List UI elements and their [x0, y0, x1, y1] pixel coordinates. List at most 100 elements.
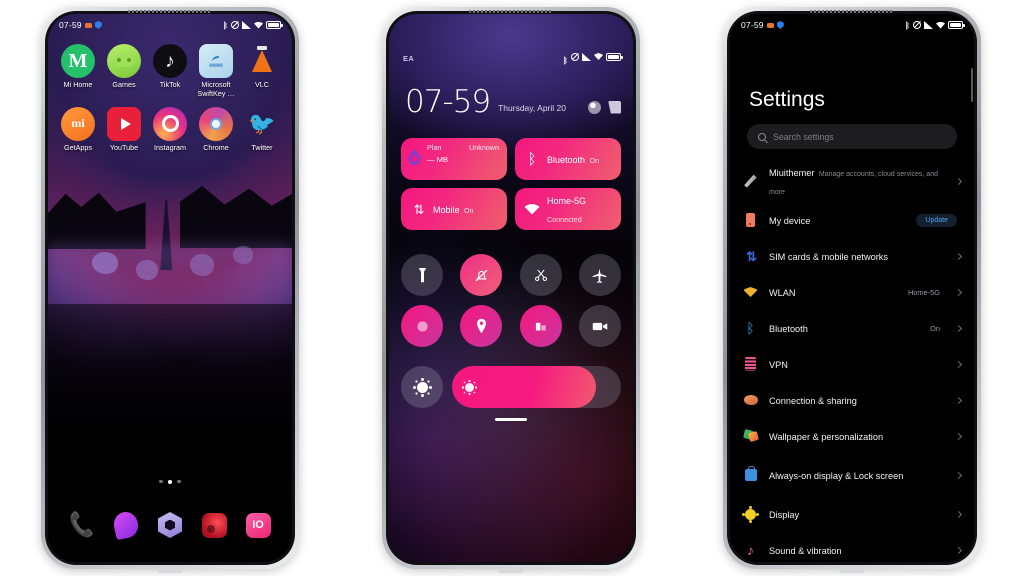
- toggle-flashlight[interactable]: [401, 254, 443, 296]
- page-dot[interactable]: [177, 479, 181, 483]
- item-label: Connection & sharing: [769, 396, 857, 406]
- app-label: Microsoft SwiftKey …: [197, 80, 235, 98]
- toggle-airplane[interactable]: [578, 254, 621, 296]
- earpiece-speaker: [469, 10, 553, 13]
- app-tiktok[interactable]: ♪ TikTok: [148, 44, 192, 99]
- toggle-grid: [401, 254, 621, 356]
- app-instagram[interactable]: Instagram: [148, 106, 192, 153]
- app-mi-home[interactable]: M Mi Home: [56, 44, 100, 99]
- toggle-row-2: [401, 305, 621, 347]
- phone-bezel: EA 07-59 Thursday, April 20 Plan Unknown…: [386, 11, 636, 565]
- phone-bezel: 07-59 M Mi Home Games ♪ TikTok Microsoft…: [45, 11, 295, 565]
- tile-title: Bluetooth: [547, 155, 586, 165]
- search-input[interactable]: Search settings: [747, 124, 957, 149]
- auto-brightness-button[interactable]: [401, 366, 443, 408]
- scrollbar[interactable]: [970, 68, 973, 102]
- quick-tiles: Plan Unknown — MB ᛒ Bluetooth On ⇅ Mobil…: [401, 138, 621, 230]
- bluetooth-icon: ᛒ: [527, 150, 537, 168]
- dock: 📞 IO: [48, 509, 292, 541]
- app-twitter[interactable]: 🐦 Twitter: [240, 107, 284, 153]
- settings-item-wallpaper[interactable]: Wallpaper & personalization: [730, 418, 974, 454]
- vlc-icon: [245, 44, 279, 78]
- toggle-silent[interactable]: [460, 254, 503, 296]
- dock-phone[interactable]: 📞: [67, 510, 98, 540]
- toggle-location[interactable]: [460, 305, 503, 347]
- app-label: Chrome: [203, 142, 229, 152]
- update-badge[interactable]: Update: [916, 213, 957, 227]
- dock-browser[interactable]: [155, 510, 185, 540]
- gear-icon[interactable]: [588, 100, 601, 114]
- app-vlc[interactable]: VLC: [240, 44, 284, 99]
- sun-icon: [465, 382, 474, 392]
- battery-icon: [266, 21, 283, 29]
- drag-handle[interactable]: [495, 418, 527, 421]
- sun-icon: [416, 381, 428, 393]
- settings-item-vpn[interactable]: VPN: [730, 346, 974, 382]
- search-icon: [758, 132, 766, 141]
- item-label: Miuithemer: [769, 168, 815, 178]
- signal-icon: [242, 21, 251, 29]
- instagram-icon: [153, 106, 187, 141]
- settings-item-sound-vibration[interactable]: ♪ Sound & vibration: [730, 532, 974, 562]
- dnd-icon: [913, 21, 921, 29]
- tile-wlan[interactable]: Home-5G Connected: [515, 188, 621, 230]
- dock-messages[interactable]: [111, 509, 141, 541]
- page-dot[interactable]: [159, 479, 163, 483]
- chevron-right-icon: [954, 177, 963, 185]
- aod-icon: [743, 466, 758, 483]
- toggle-screen-record[interactable]: [578, 305, 621, 347]
- clock-time: 07-59: [405, 84, 491, 120]
- brightness-slider[interactable]: [452, 366, 621, 408]
- item-value: On: [930, 323, 940, 333]
- phone-bottom-nub: [157, 568, 183, 573]
- settings-item-sim-cards[interactable]: ⇅ SIM cards & mobile networks: [730, 238, 974, 274]
- wallpaper-icon: [743, 429, 758, 444]
- app-swiftkey[interactable]: Microsoft SwiftKey …: [194, 44, 238, 99]
- screen-home: 07-59 M Mi Home Games ♪ TikTok Microsoft…: [48, 14, 292, 562]
- sound-icon: ♪: [747, 542, 754, 558]
- notification-dot-icon: [84, 22, 92, 28]
- settings-item-aod-lock-screen[interactable]: Always-on display & Lock screen: [730, 454, 974, 496]
- toggle-screenshot[interactable]: [519, 254, 562, 296]
- tile-subtitle: On: [589, 156, 600, 165]
- toggle-dnd[interactable]: [401, 305, 443, 347]
- app-chrome[interactable]: Chrome: [194, 106, 238, 153]
- settings-item-miuithemer[interactable]: Miuithemer Manage accounts, cloud servic…: [730, 160, 974, 202]
- status-time: 07-59: [741, 20, 764, 30]
- page-dot-active[interactable]: [167, 479, 173, 484]
- app-games[interactable]: Games: [102, 44, 146, 99]
- toggle-data-saver[interactable]: [519, 305, 562, 347]
- moon-icon: [416, 320, 428, 332]
- page-indicator: [48, 479, 292, 484]
- tile-data-usage[interactable]: Plan Unknown — MB: [401, 138, 507, 180]
- bluetooth-icon: [223, 20, 228, 30]
- tile-title: Mobile: [433, 205, 460, 215]
- settings-item-connection-sharing[interactable]: Connection & sharing: [730, 382, 974, 418]
- sim-icon: ⇅: [746, 248, 757, 264]
- settings-item-display[interactable]: Display: [730, 496, 974, 532]
- settings-item-bluetooth[interactable]: ᛒ Bluetooth On: [730, 310, 974, 346]
- phone-control-center: EA 07-59 Thursday, April 20 Plan Unknown…: [382, 7, 640, 573]
- chevron-right-icon: [954, 510, 963, 518]
- dock-gallery[interactable]: IO: [243, 510, 273, 540]
- shield-icon: [776, 21, 784, 29]
- app-label: Twitter: [251, 142, 273, 152]
- app-grid: M Mi Home Games ♪ TikTok Microsoft Swift…: [48, 38, 292, 160]
- display-icon: [743, 507, 758, 522]
- dock-camera[interactable]: [199, 510, 229, 540]
- settings-item-my-device[interactable]: My device Update: [730, 202, 974, 238]
- clock-row: 07-59 Thursday, April 20: [405, 84, 621, 120]
- app-getapps[interactable]: mi GetApps: [56, 106, 100, 153]
- app-youtube[interactable]: YouTube: [102, 106, 146, 153]
- scissors-icon: [534, 269, 547, 281]
- tile-bluetooth[interactable]: ᛒ Bluetooth On: [515, 138, 621, 180]
- item-value: Home-5G: [907, 287, 940, 297]
- swiftkey-icon: [199, 44, 233, 78]
- settings-item-wlan[interactable]: WLAN Home-5G: [730, 274, 974, 310]
- tile-mobile-data[interactable]: ⇅ Mobile On: [401, 188, 507, 230]
- phone-bezel: 07-59 Settings Search settings Miuitheme…: [727, 11, 977, 565]
- search-placeholder: Search settings: [773, 131, 834, 142]
- edit-icon[interactable]: [608, 100, 621, 114]
- twitter-icon: 🐦: [248, 110, 276, 136]
- signal-icon: [924, 21, 933, 29]
